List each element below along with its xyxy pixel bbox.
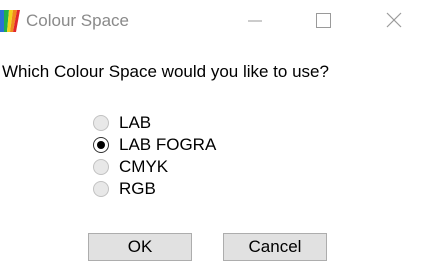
close-icon [386,12,402,28]
minimize-icon [248,20,262,22]
dialog-window: Colour Space Which Colour Space would yo… [0,0,421,270]
maximize-icon [316,13,331,28]
radio-option-lab-fogra[interactable]: LAB FOGRA [93,134,253,156]
radio-label[interactable]: LAB [119,112,151,134]
window-title: Colour Space [26,11,130,30]
prompt-text: Which Colour Space would you like to use… [2,62,329,81]
maximize-button[interactable] [300,0,346,42]
cancel-button[interactable]: Cancel [223,233,327,261]
ok-button[interactable]: OK [88,233,192,261]
radio-label[interactable]: RGB [119,178,156,200]
colour-space-radio-group: LAB LAB FOGRA CMYK RGB [93,112,253,200]
title-bar[interactable]: Colour Space [0,0,421,42]
radio-button[interactable] [93,115,109,131]
minimize-button[interactable] [231,0,277,42]
radio-button[interactable] [93,181,109,197]
radio-button[interactable] [93,159,109,175]
radio-option-cmyk[interactable]: CMYK [93,156,253,178]
close-button[interactable] [371,0,417,42]
radio-button[interactable] [93,137,109,153]
app-palette-icon [0,10,20,32]
radio-option-rgb[interactable]: RGB [93,178,253,200]
radio-label[interactable]: LAB FOGRA [119,134,216,156]
radio-option-lab[interactable]: LAB [93,112,253,134]
radio-label[interactable]: CMYK [119,156,168,178]
